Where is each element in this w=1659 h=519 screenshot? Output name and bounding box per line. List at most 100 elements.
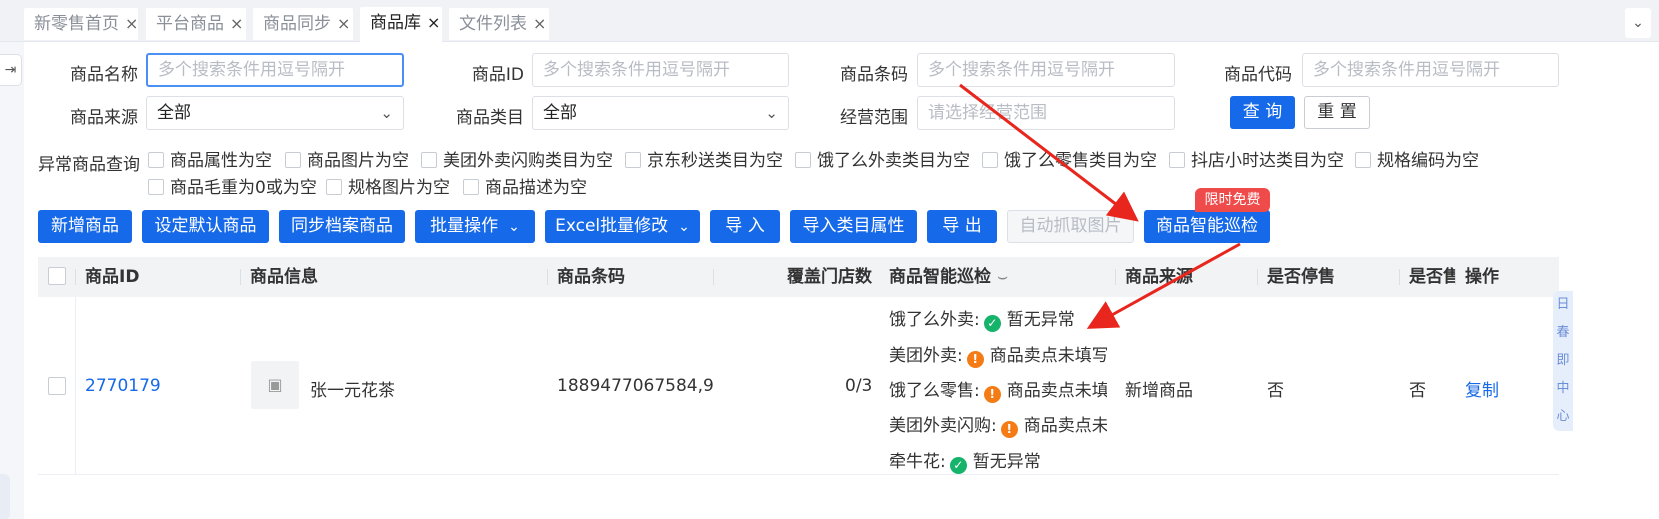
barcode-label: 商品条码: [840, 65, 908, 85]
import-button[interactable]: 导 入: [710, 210, 780, 243]
tab-product-sync[interactable]: 商品同步 ×: [253, 8, 353, 40]
inspect-line-meituan-takeout: 美团外卖:! 商品卖点未填写: [889, 346, 1107, 368]
sidebar-handle[interactable]: [0, 474, 10, 519]
row-checkbox[interactable]: [48, 377, 66, 395]
tab-product-library[interactable]: 商品库 ×: [360, 7, 442, 42]
inspect-line-qianniuhua: 牵牛花: ✓ 暂无异常: [889, 452, 1041, 474]
close-icon[interactable]: ×: [125, 14, 138, 33]
col-smart-inspection: 商品智能巡检 ⌣: [889, 267, 1009, 287]
export-button[interactable]: 导 出: [927, 210, 997, 243]
chevron-down-icon: ⌄: [765, 104, 778, 122]
checkbox[interactable]: [625, 152, 641, 168]
chevron-down-icon[interactable]: ⌄: [1625, 8, 1651, 38]
checkbox[interactable]: [1355, 152, 1371, 168]
import-category-attr-button[interactable]: 导入类目属性: [790, 210, 917, 243]
business-scope-label: 经营范围: [840, 108, 908, 128]
product-code-label: 商品代码: [1224, 65, 1292, 85]
inspect-line-eleme-retail: 饿了么零售:! 商品卖点未填: [889, 381, 1107, 403]
column-divider: [1257, 269, 1258, 285]
checkbox[interactable]: [148, 152, 164, 168]
checkbox-sku-code-empty[interactable]: 规格编码为空: [1355, 146, 1479, 171]
col-stopped-2: 是否售: [1409, 267, 1455, 287]
column-divider: [75, 269, 76, 285]
batch-operation-button[interactable]: 批量操作 ⌄: [415, 210, 535, 243]
checkbox[interactable]: [326, 179, 342, 195]
checkbox-image-empty[interactable]: 商品图片为空: [285, 146, 409, 171]
checkbox[interactable]: [463, 179, 479, 195]
col-product-id: 商品ID: [85, 267, 140, 287]
close-icon[interactable]: ×: [533, 14, 546, 33]
warning-circle-icon: !: [983, 386, 1001, 403]
product-id-link[interactable]: 2770179: [85, 376, 161, 396]
checkbox-meituan-category-empty[interactable]: 美团外卖闪购类目为空: [421, 146, 613, 171]
smart-inspection-button[interactable]: 商品智能巡检: [1144, 210, 1270, 243]
product-category-label: 商品类目: [456, 108, 524, 128]
column-divider: [1115, 269, 1116, 285]
copy-link[interactable]: 复制: [1465, 376, 1499, 401]
col-stopped: 是否停售: [1267, 267, 1335, 287]
business-scope-input[interactable]: [917, 96, 1175, 130]
checkbox[interactable]: [795, 152, 811, 168]
checkbox-attr-empty[interactable]: 商品属性为空: [148, 146, 272, 171]
checkbox-weight-empty[interactable]: 商品毛重为0或为空: [148, 173, 317, 198]
checkbox[interactable]: [148, 179, 164, 195]
left-sidebar-strip: [0, 42, 24, 519]
barcode-input[interactable]: [917, 53, 1175, 87]
chevron-down-icon: ⌄: [508, 219, 520, 235]
reset-button[interactable]: 重 置: [1304, 96, 1370, 129]
row-divider: [75, 297, 76, 475]
checkbox-eleme-takeout-category-empty[interactable]: 饿了么外卖类目为空: [795, 146, 970, 171]
excel-batch-edit-button[interactable]: Excel批量修改 ⌄: [545, 210, 700, 243]
check-circle-icon: ✓: [983, 315, 1001, 332]
table-header: 商品ID 商品信息 商品条码 覆盖门店数 商品智能巡检 ⌣ 商品来源 是否停售 是…: [38, 257, 1559, 297]
select-all-checkbox[interactable]: [48, 267, 66, 285]
product-source: 新增商品: [1125, 381, 1193, 401]
chevron-down-icon: ⌄: [678, 219, 690, 235]
inspect-line-meituan-flash: 美团外卖闪购:! 商品卖点未: [889, 416, 1107, 438]
abnormal-query-label: 异常商品查询: [38, 155, 140, 175]
column-divider: [713, 269, 714, 285]
product-name-input[interactable]: [146, 53, 404, 87]
product-name-label: 商品名称: [70, 65, 138, 85]
checkbox-eleme-retail-category-empty[interactable]: 饿了么零售类目为空: [982, 146, 1157, 171]
product-source-label: 商品来源: [70, 108, 138, 128]
inspect-line-eleme-takeout: 饿了么外卖: ✓ 暂无异常: [889, 310, 1075, 332]
stopped-value-2: 否: [1409, 381, 1426, 401]
close-icon[interactable]: ×: [230, 14, 243, 33]
checkbox-jd-category-empty[interactable]: 京东秒送类目为空: [625, 146, 783, 171]
tab-platform-products[interactable]: 平台商品 ×: [146, 8, 246, 40]
warning-circle-icon: !: [966, 351, 984, 368]
checkbox-description-empty[interactable]: 商品描述为空: [463, 173, 587, 198]
product-code-input[interactable]: [1302, 53, 1559, 87]
checkbox[interactable]: [285, 152, 301, 168]
search-button[interactable]: 查 询: [1230, 96, 1295, 129]
checkbox[interactable]: [421, 152, 437, 168]
product-source-select[interactable]: 全部 ⌄: [146, 96, 404, 130]
sync-archive-button[interactable]: 同步档案商品: [279, 210, 405, 243]
col-barcode: 商品条码: [557, 267, 625, 287]
product-id-input[interactable]: [532, 53, 789, 87]
tab-file-list[interactable]: 文件列表 ×: [449, 8, 549, 40]
checkbox[interactable]: [982, 152, 998, 168]
add-product-button[interactable]: 新增商品: [38, 210, 132, 243]
chevron-down-icon: ⌄: [380, 104, 393, 122]
checkbox[interactable]: [1169, 152, 1185, 168]
product-category-select[interactable]: 全部 ⌄: [532, 96, 789, 130]
eye-closed-icon[interactable]: ⌣: [997, 267, 1008, 287]
tab-new-retail-home[interactable]: 新零售首页 ×: [24, 8, 138, 40]
tab-bar: 新零售首页 × 平台商品 × 商品同步 × 商品库 × 文件列表 × ⌄: [0, 0, 1659, 42]
stopped-value: 否: [1267, 381, 1284, 401]
right-floating-panel[interactable]: 日 春 即 中 心: [1553, 291, 1573, 431]
store-count: 0/3: [845, 376, 873, 396]
check-circle-icon: ✓: [949, 457, 967, 474]
image-placeholder-icon: ▣: [251, 361, 299, 409]
column-divider: [1399, 269, 1400, 285]
checkbox-spec-image-empty[interactable]: 规格图片为空: [326, 173, 450, 198]
set-default-product-button[interactable]: 设定默认商品: [142, 210, 269, 243]
collapse-icon[interactable]: ⇥: [0, 54, 22, 86]
checkbox-douyin-category-empty[interactable]: 抖店小时达类目为空: [1169, 146, 1344, 171]
product-barcode: 1889477067584,9967: [557, 376, 713, 396]
close-icon[interactable]: ×: [337, 14, 350, 33]
free-badge: 限时免费: [1195, 188, 1270, 212]
close-icon[interactable]: ×: [427, 13, 440, 32]
